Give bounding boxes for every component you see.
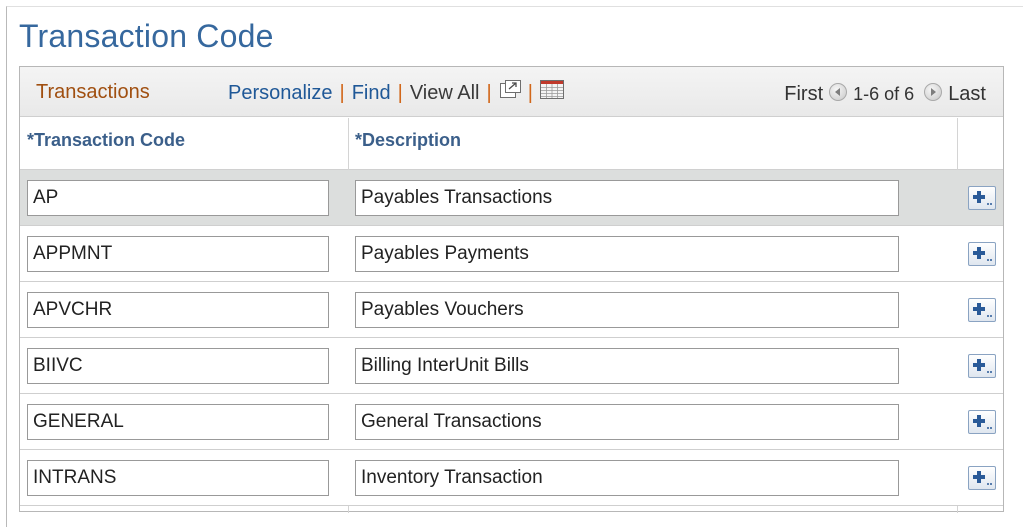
view-all-link[interactable]: View All xyxy=(410,82,480,105)
description-input[interactable] xyxy=(355,404,899,440)
toolbar-separator: | xyxy=(486,82,492,104)
description-input[interactable] xyxy=(355,292,899,328)
add-row-icon xyxy=(973,471,992,485)
spreadsheet-icon[interactable] xyxy=(539,79,564,100)
transaction-code-input[interactable] xyxy=(27,292,329,328)
table-row xyxy=(20,394,1003,450)
column-header-row: *Transaction Code *Description xyxy=(20,118,1003,170)
add-row-button[interactable] xyxy=(968,466,996,490)
transaction-code-input[interactable] xyxy=(27,236,329,272)
first-link[interactable]: First xyxy=(784,83,823,106)
table-row xyxy=(20,282,1003,338)
grid-toolbar: Personalize | Find | View All | | xyxy=(228,79,564,105)
last-link[interactable]: Last xyxy=(948,83,986,106)
transaction-code-input[interactable] xyxy=(27,404,329,440)
add-row-icon xyxy=(973,247,992,261)
transaction-code-input[interactable] xyxy=(27,348,329,384)
grid-header: Transactions Personalize | Find | View A… xyxy=(20,67,1003,117)
transactions-grid: Transactions Personalize | Find | View A… xyxy=(19,66,1004,513)
row-range: 1-6 of 6 xyxy=(853,84,915,104)
add-row-icon xyxy=(973,303,992,317)
previous-arrow-icon[interactable] xyxy=(829,82,848,101)
find-link[interactable]: Find xyxy=(352,82,391,105)
table-row xyxy=(20,450,1003,506)
add-row-icon xyxy=(973,191,992,205)
personalize-link[interactable]: Personalize xyxy=(228,82,333,105)
add-row-button[interactable] xyxy=(968,410,996,434)
add-row-icon xyxy=(973,415,992,429)
add-row-button[interactable] xyxy=(968,242,996,266)
description-input[interactable] xyxy=(355,348,899,384)
transaction-code-input[interactable] xyxy=(27,460,329,496)
description-input[interactable] xyxy=(355,180,899,216)
add-row-button[interactable] xyxy=(968,186,996,210)
add-row-button[interactable] xyxy=(968,298,996,322)
toolbar-separator: | xyxy=(339,82,345,104)
column-header-description: *Description xyxy=(355,130,462,150)
table-row xyxy=(20,170,1003,226)
add-row-button[interactable] xyxy=(968,354,996,378)
transaction-code-input[interactable] xyxy=(27,180,329,216)
grid-pagination: First 1-6 of 6 Last xyxy=(784,82,986,106)
next-arrow-icon[interactable] xyxy=(924,82,943,101)
grid-caption: Transactions xyxy=(36,81,150,103)
table-row xyxy=(20,338,1003,394)
table-row xyxy=(20,226,1003,282)
column-header-transaction-code: *Transaction Code xyxy=(27,130,186,150)
toolbar-separator: | xyxy=(527,82,533,104)
page-title: Transaction Code xyxy=(19,18,274,54)
new-window-icon[interactable] xyxy=(499,79,521,100)
add-row-icon xyxy=(973,359,992,373)
description-input[interactable] xyxy=(355,460,899,496)
toolbar-separator: | xyxy=(397,82,403,104)
description-input[interactable] xyxy=(355,236,899,272)
